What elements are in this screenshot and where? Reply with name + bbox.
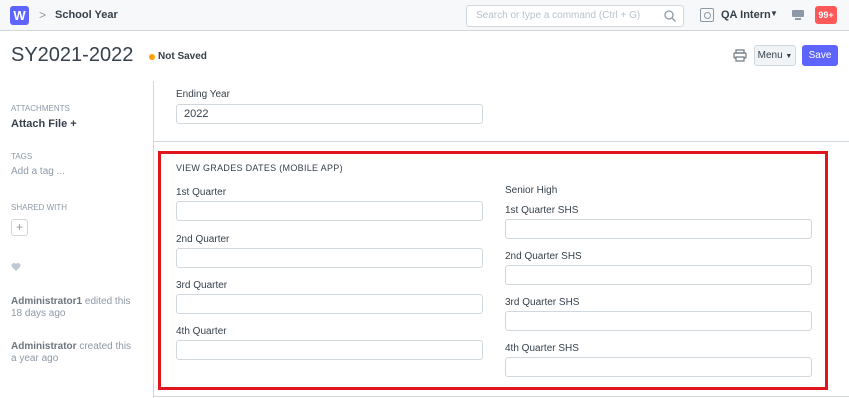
menu-button[interactable]: Menu ▼ [754,45,796,66]
save-button[interactable]: Save [802,45,838,66]
timeline-item: Administrator created this a year ago [11,341,131,365]
status-badge: Not Saved [158,51,207,62]
quarter-4-field[interactable] [176,340,483,360]
caret-down-icon[interactable]: ▼ [770,9,778,18]
caret-down-icon: ▼ [785,53,793,60]
status-indicator [149,54,155,60]
quarter-2-label: 2nd Quarter [176,234,230,245]
attach-file-link[interactable]: Attach File + [11,118,77,130]
search-icon [664,10,676,22]
quarter-1-label: 1st Quarter [176,187,227,198]
ending-year-field[interactable]: 2022 [176,104,483,124]
print-icon[interactable] [733,49,747,62]
section-divider [154,141,849,142]
shared-with-label: SHARED WITH [11,203,67,212]
ending-year-label: Ending Year [176,89,230,100]
breadcrumb[interactable]: School Year [55,9,118,21]
add-tag-link[interactable]: Add a tag ... [11,166,65,177]
quarter-1-shs-field[interactable] [505,219,812,239]
tags-label: TAGS [11,152,33,161]
quarter-4-label: 4th Quarter [176,326,227,337]
timeline-action: created this [76,341,132,352]
app-logo[interactable]: W [10,6,29,25]
share-add-button[interactable]: + [11,219,28,236]
heart-icon[interactable] [11,262,21,272]
quarter-2-shs-field[interactable] [505,265,812,285]
quarter-1-shs-label: 1st Quarter SHS [505,205,579,216]
quarter-3-field[interactable] [176,294,483,314]
timeline-item: Administrator1 edited this 18 days ago [11,296,131,320]
attachments-label: ATTACHMENTS [11,104,70,113]
timeline-action: edited this [82,296,131,307]
timeline-user[interactable]: Administrator1 [11,296,82,307]
quarter-2-field[interactable] [176,248,483,268]
navbar: W > School Year Search or type a command… [0,0,849,31]
section-divider [154,396,849,397]
user-avatar-icon[interactable] [700,8,714,22]
quarter-3-label: 3rd Quarter [176,280,228,291]
page-title: SY2021-2022 [11,44,134,66]
senior-high-heading: Senior High [505,185,558,196]
notification-icon[interactable] [791,9,805,21]
search-box[interactable]: Search or type a command (Ctrl + G) [466,5,684,27]
quarter-2-shs-label: 2nd Quarter SHS [505,251,582,262]
quarter-4-shs-field[interactable] [505,357,812,377]
breadcrumb-separator-icon: > [39,8,47,22]
quarter-3-shs-field[interactable] [505,311,812,331]
timeline-time: a year ago [11,353,59,364]
user-menu[interactable]: QA Intern [721,9,771,21]
timeline-time: 18 days ago [11,308,66,319]
menu-button-label: Menu [757,50,783,61]
notification-badge[interactable]: 99+ [815,6,837,24]
timeline-user[interactable]: Administrator [11,341,77,352]
search-input[interactable]: Search or type a command (Ctrl + G) [476,10,640,21]
quarter-4-shs-label: 4th Quarter SHS [505,343,579,354]
quarter-1-field[interactable] [176,201,483,221]
quarter-3-shs-label: 3rd Quarter SHS [505,297,580,308]
section-title: VIEW GRADES DATES (MOBILE APP) [176,163,343,173]
